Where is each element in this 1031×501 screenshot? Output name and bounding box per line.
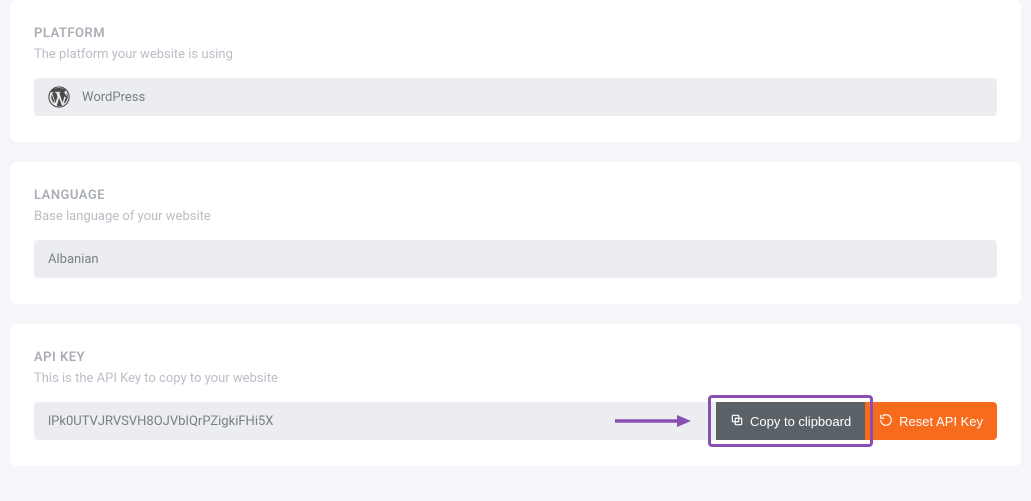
apikey-row: lPk0UTVJRVSVH8OJVbIQrPZigkiFHi5X Copy to… bbox=[34, 402, 997, 440]
language-title: LANGUAGE bbox=[34, 188, 997, 203]
copy-to-clipboard-button[interactable]: Copy to clipboard bbox=[716, 402, 865, 440]
reset-api-key-button[interactable]: Reset API Key bbox=[865, 402, 997, 440]
platform-field[interactable]: WordPress bbox=[34, 78, 997, 116]
language-field[interactable]: Albanian bbox=[34, 240, 997, 278]
platform-subtitle: The platform your website is using bbox=[34, 47, 997, 62]
copy-label: Copy to clipboard bbox=[750, 414, 851, 429]
wordpress-icon bbox=[48, 86, 70, 108]
language-card: LANGUAGE Base language of your website A… bbox=[10, 162, 1021, 304]
apikey-subtitle: This is the API Key to copy to your webs… bbox=[34, 371, 997, 386]
language-subtitle: Base language of your website bbox=[34, 209, 997, 224]
platform-title: PLATFORM bbox=[34, 26, 997, 41]
language-value: Albanian bbox=[48, 252, 99, 267]
reset-label: Reset API Key bbox=[899, 414, 983, 429]
reset-icon bbox=[879, 413, 893, 430]
copy-icon bbox=[730, 413, 744, 430]
platform-value: WordPress bbox=[82, 90, 145, 105]
platform-card: PLATFORM The platform your website is us… bbox=[10, 0, 1021, 142]
apikey-card: API KEY This is the API Key to copy to y… bbox=[10, 324, 1021, 466]
apikey-field[interactable]: lPk0UTVJRVSVH8OJVbIQrPZigkiFHi5X bbox=[34, 402, 716, 440]
apikey-value: lPk0UTVJRVSVH8OJVbIQrPZigkiFHi5X bbox=[48, 414, 273, 429]
apikey-title: API KEY bbox=[34, 350, 997, 365]
